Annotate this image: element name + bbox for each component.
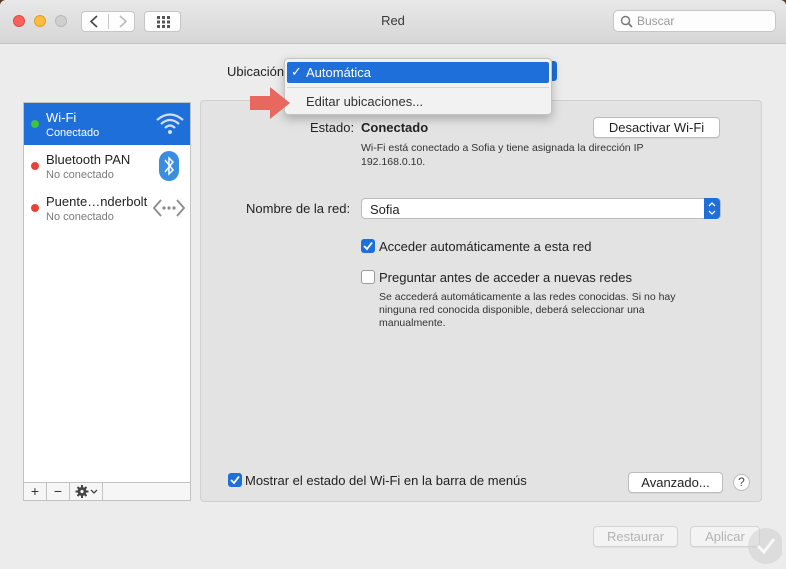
network-name-select[interactable]: Sofia [361,198,721,219]
service-list-toolbar: + − [23,482,191,501]
ask-to-join-checkbox[interactable] [361,270,375,284]
network-preferences-window: Red Buscar Ubicación Wi-Fi Conectado Blu… [0,0,786,569]
location-dropdown-menu: ✓ Automática Editar ubicaciones... [284,58,552,115]
add-service-button[interactable]: + [24,483,47,500]
search-icon [620,15,633,28]
help-button[interactable]: ? [733,474,750,491]
turn-wifi-off-button[interactable]: Desactivar Wi-Fi [593,117,720,138]
show-menu-status-label: Mostrar el estado del Wi-Fi en la barra … [245,473,527,488]
ask-to-join-help-line-1: Se accederá automáticamente a las redes … [379,291,676,303]
status-value: Conectado [361,120,429,135]
popup-arrows-icon [704,198,720,219]
service-list: Wi-Fi Conectado Bluetooth PAN No conecta… [23,102,191,500]
search-placeholder: Buscar [637,14,675,28]
network-name-label: Nombre de la red: [246,201,351,216]
checkmark-icon: ✓ [291,64,302,79]
location-option-automatic[interactable]: ✓ Automática [287,62,549,83]
service-status: No conectado [46,169,114,181]
service-item-thunderbolt-bridge[interactable]: Puente…nderbolt No conectado [24,187,190,229]
gear-icon [75,485,98,498]
wifi-icon [156,113,184,134]
status-dot [31,204,39,212]
ask-to-join-help-line-3: manualmente. [379,317,446,329]
network-name-value: Sofia [370,202,400,217]
status-description-line-1: Wi-Fi está conectado a Sofia y tiene asi… [361,142,644,154]
advanced-button[interactable]: Avanzado... [628,472,723,493]
status-label: Estado: [310,120,355,135]
thunderbolt-bridge-icon [152,199,186,217]
menu-separator [287,87,549,88]
search-field[interactable]: Buscar [613,10,776,32]
service-item-wifi[interactable]: Wi-Fi Conectado [24,103,190,145]
bluetooth-icon [159,151,179,181]
checkmark-icon [363,241,373,251]
status-dot [31,162,39,170]
service-actions-menu-button[interactable] [70,483,103,500]
remove-service-button[interactable]: − [47,483,70,500]
location-label: Ubicación [227,64,285,79]
annotation-arrow-icon [250,87,290,119]
status-description-line-2: 192.168.0.10. [361,156,426,168]
service-name: Bluetooth PAN [46,152,131,167]
status-dot [31,120,39,128]
ask-to-join-label: Preguntar antes de acceder a nuevas rede… [379,270,632,285]
revert-button[interactable]: Restaurar [593,526,678,547]
checkmark-icon [230,475,240,485]
service-status: Conectado [46,127,100,139]
auto-join-checkbox[interactable] [361,239,375,253]
show-menu-status-checkbox[interactable] [228,473,242,487]
service-name: Puente…nderbolt [46,194,148,209]
title-bar: Red Buscar [0,0,786,44]
service-status: No conectado [46,211,114,223]
service-item-bluetooth-pan[interactable]: Bluetooth PAN No conectado [24,145,190,187]
location-option-label: Automática [306,65,372,80]
watermark-logo-icon [748,528,782,564]
ask-to-join-help-line-2: ninguna red conocida disponible, deberá … [379,304,645,316]
location-option-edit-locations[interactable]: Editar ubicaciones... [306,94,423,109]
auto-join-label: Acceder automáticamente a esta red [379,239,592,254]
service-name: Wi-Fi [46,110,77,125]
